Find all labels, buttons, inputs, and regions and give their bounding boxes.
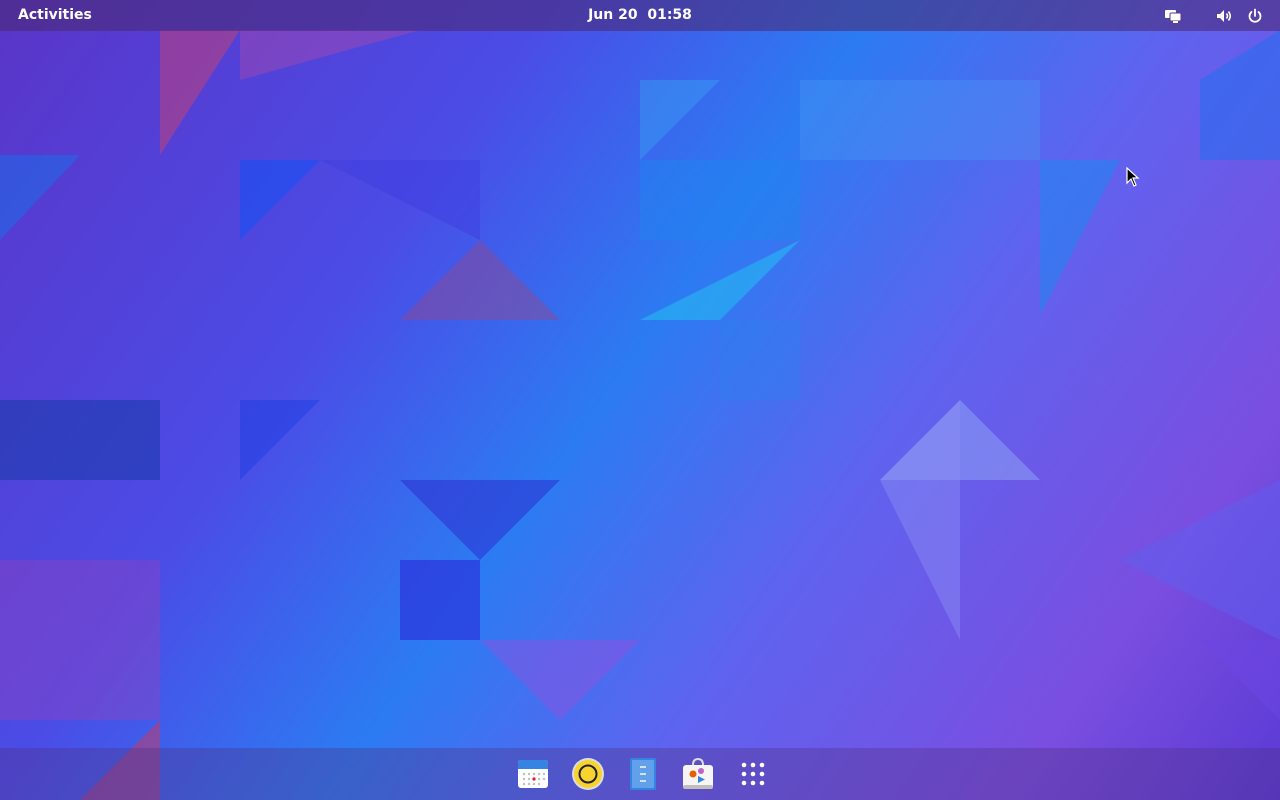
clock-button[interactable]: Jun 20 01:58 [580,3,700,28]
display-icon [1165,9,1182,23]
mouse-pointer-icon [1126,167,1140,187]
top-bar: Activities Jun 20 01:58 [0,0,1280,31]
rhythmbox-icon [572,758,604,790]
show-applications-icon [741,762,765,786]
text-editor-icon [630,758,656,790]
dock-item-text-editor[interactable] [625,756,661,792]
volume-icon [1215,6,1235,26]
activities-button[interactable]: Activities [6,3,104,28]
dock-item-rhythmbox[interactable] [570,756,606,792]
wallpaper-pattern [0,30,1280,800]
display-indicator-button[interactable] [1160,4,1186,27]
show-applications-button[interactable] [735,756,771,792]
system-status-button[interactable] [1212,4,1268,27]
dock-item-software[interactable] [680,756,716,792]
desktop-wallpaper [0,0,1280,800]
power-icon [1245,6,1265,26]
software-store-icon [683,757,713,789]
dock-item-calendar[interactable] [515,756,551,792]
dash-dock [0,748,1280,800]
calendar-icon [518,760,548,788]
